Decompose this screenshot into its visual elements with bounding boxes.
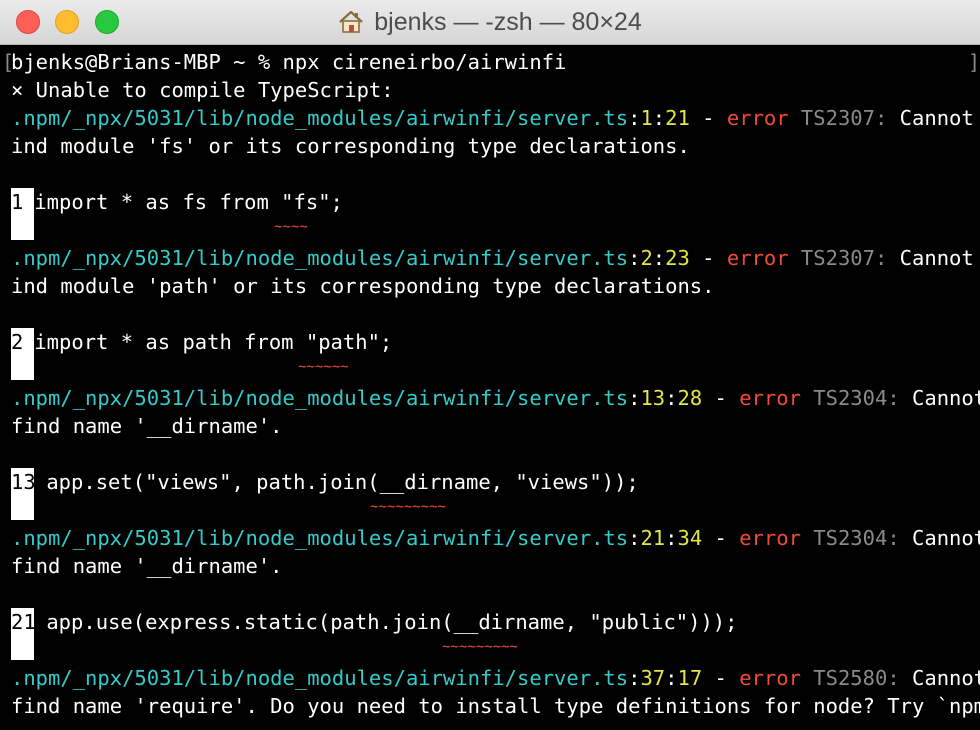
error-squiggle: ~~~~ <box>274 219 308 235</box>
error-path: .npm/_npx/5031/lib/node_modules/airwinfi… <box>11 386 629 410</box>
error-level: error <box>726 246 789 270</box>
colon: : <box>628 526 641 550</box>
error-header: .npm/_npx/5031/lib/node_modules/airwinfi… <box>11 104 980 132</box>
line-number-gutter: 21 <box>11 608 36 660</box>
error-message: Cannot <box>899 526 980 550</box>
right-bracket: ] <box>968 50 980 74</box>
colon: : <box>665 526 678 550</box>
compile-error-heading: × Unable to compile TypeScript: <box>11 78 394 102</box>
window-title-text: bjenks — -zsh — 80×24 <box>374 8 642 36</box>
error-col: 23 <box>665 246 690 270</box>
home-icon <box>338 4 364 49</box>
error-message: Cannot f <box>899 106 974 130</box>
error-level: error <box>739 386 801 410</box>
colon: : <box>652 106 666 130</box>
line-number: 21 <box>11 610 36 634</box>
error-code: TS2307: <box>800 246 888 270</box>
error-level: error <box>739 666 801 690</box>
colon: : <box>628 246 641 270</box>
separator: - <box>702 666 740 690</box>
line-number-gutter: 13 <box>11 468 36 520</box>
error-code: TS2304: <box>813 526 900 550</box>
error-message-cont: ind module 'fs' or its corresponding typ… <box>11 134 690 158</box>
error-squiggle: ~~~~~~~~~ <box>370 499 446 515</box>
colon: : <box>652 246 666 270</box>
error-level: error <box>726 106 789 130</box>
error-header: .npm/_npx/5031/lib/node_modules/airwinfi… <box>11 524 980 552</box>
error-line: 13 <box>640 386 666 410</box>
window-title: bjenks — -zsh — 80×24 <box>0 0 980 45</box>
code-line: app.set("views", path.join(__dirname, "v… <box>34 470 639 494</box>
error-message-cont: find name '__dirname'. <box>11 554 283 578</box>
error-path: .npm/_npx/5031/lib/node_modules/airwinfi… <box>11 246 629 270</box>
colon: : <box>628 666 641 690</box>
error-code: TS2304: <box>813 386 900 410</box>
error-code: TS2307: <box>800 106 888 130</box>
prompt-line: bjenks@Brians-MBP ~ % npx cireneirbo/air… <box>11 50 567 74</box>
error-message-cont: ind module 'path' or its corresponding t… <box>11 274 715 298</box>
terminal-output[interactable]: [ ] bjenks@Brians-MBP ~ % npx cireneirbo… <box>0 48 980 730</box>
error-col: 28 <box>677 386 703 410</box>
error-col: 17 <box>677 666 703 690</box>
code-line: import * as fs from "fs"; <box>22 190 343 214</box>
error-path: .npm/_npx/5031/lib/node_modules/airwinfi… <box>11 526 629 550</box>
error-message: Cannot <box>899 386 980 410</box>
error-col: 21 <box>665 106 690 130</box>
code-line: import * as path from "path"; <box>22 330 393 354</box>
error-header: .npm/_npx/5031/lib/node_modules/airwinfi… <box>11 664 980 692</box>
error-path: .npm/_npx/5031/lib/node_modules/airwinfi… <box>11 106 629 130</box>
line-number: 13 <box>11 470 36 494</box>
error-col: 34 <box>677 526 703 550</box>
error-message: Cannot f <box>899 246 974 270</box>
colon: : <box>665 666 678 690</box>
colon: : <box>628 386 641 410</box>
error-message-cont: find name 'require'. Do you need to inst… <box>11 694 980 718</box>
colon: : <box>628 106 641 130</box>
code-line: app.use(express.static(path.join(__dirna… <box>34 610 738 634</box>
colon: : <box>665 386 678 410</box>
error-message-cont: find name '__dirname'. <box>11 414 283 438</box>
error-message: Cannot <box>899 666 980 690</box>
error-squiggle: ~~~~~~~~~ <box>442 639 518 655</box>
error-code: TS2580: <box>813 666 900 690</box>
error-level: error <box>739 526 801 550</box>
error-header: .npm/_npx/5031/lib/node_modules/airwinfi… <box>11 244 980 272</box>
separator: - <box>702 386 740 410</box>
terminal-window: bjenks — -zsh — 80×24 [ ] bjenks@Brians-… <box>0 0 980 730</box>
separator: - <box>689 106 727 130</box>
separator: - <box>702 526 740 550</box>
error-header: .npm/_npx/5031/lib/node_modules/airwinfi… <box>11 384 980 412</box>
title-bar[interactable]: bjenks — -zsh — 80×24 <box>0 0 980 45</box>
error-line: 2 <box>640 246 653 270</box>
error-squiggle: ~~~~~~ <box>298 359 349 375</box>
error-line: 21 <box>640 526 666 550</box>
error-line: 1 <box>640 106 653 130</box>
error-line: 37 <box>640 666 666 690</box>
separator: - <box>689 246 727 270</box>
error-path: .npm/_npx/5031/lib/node_modules/airwinfi… <box>11 666 629 690</box>
